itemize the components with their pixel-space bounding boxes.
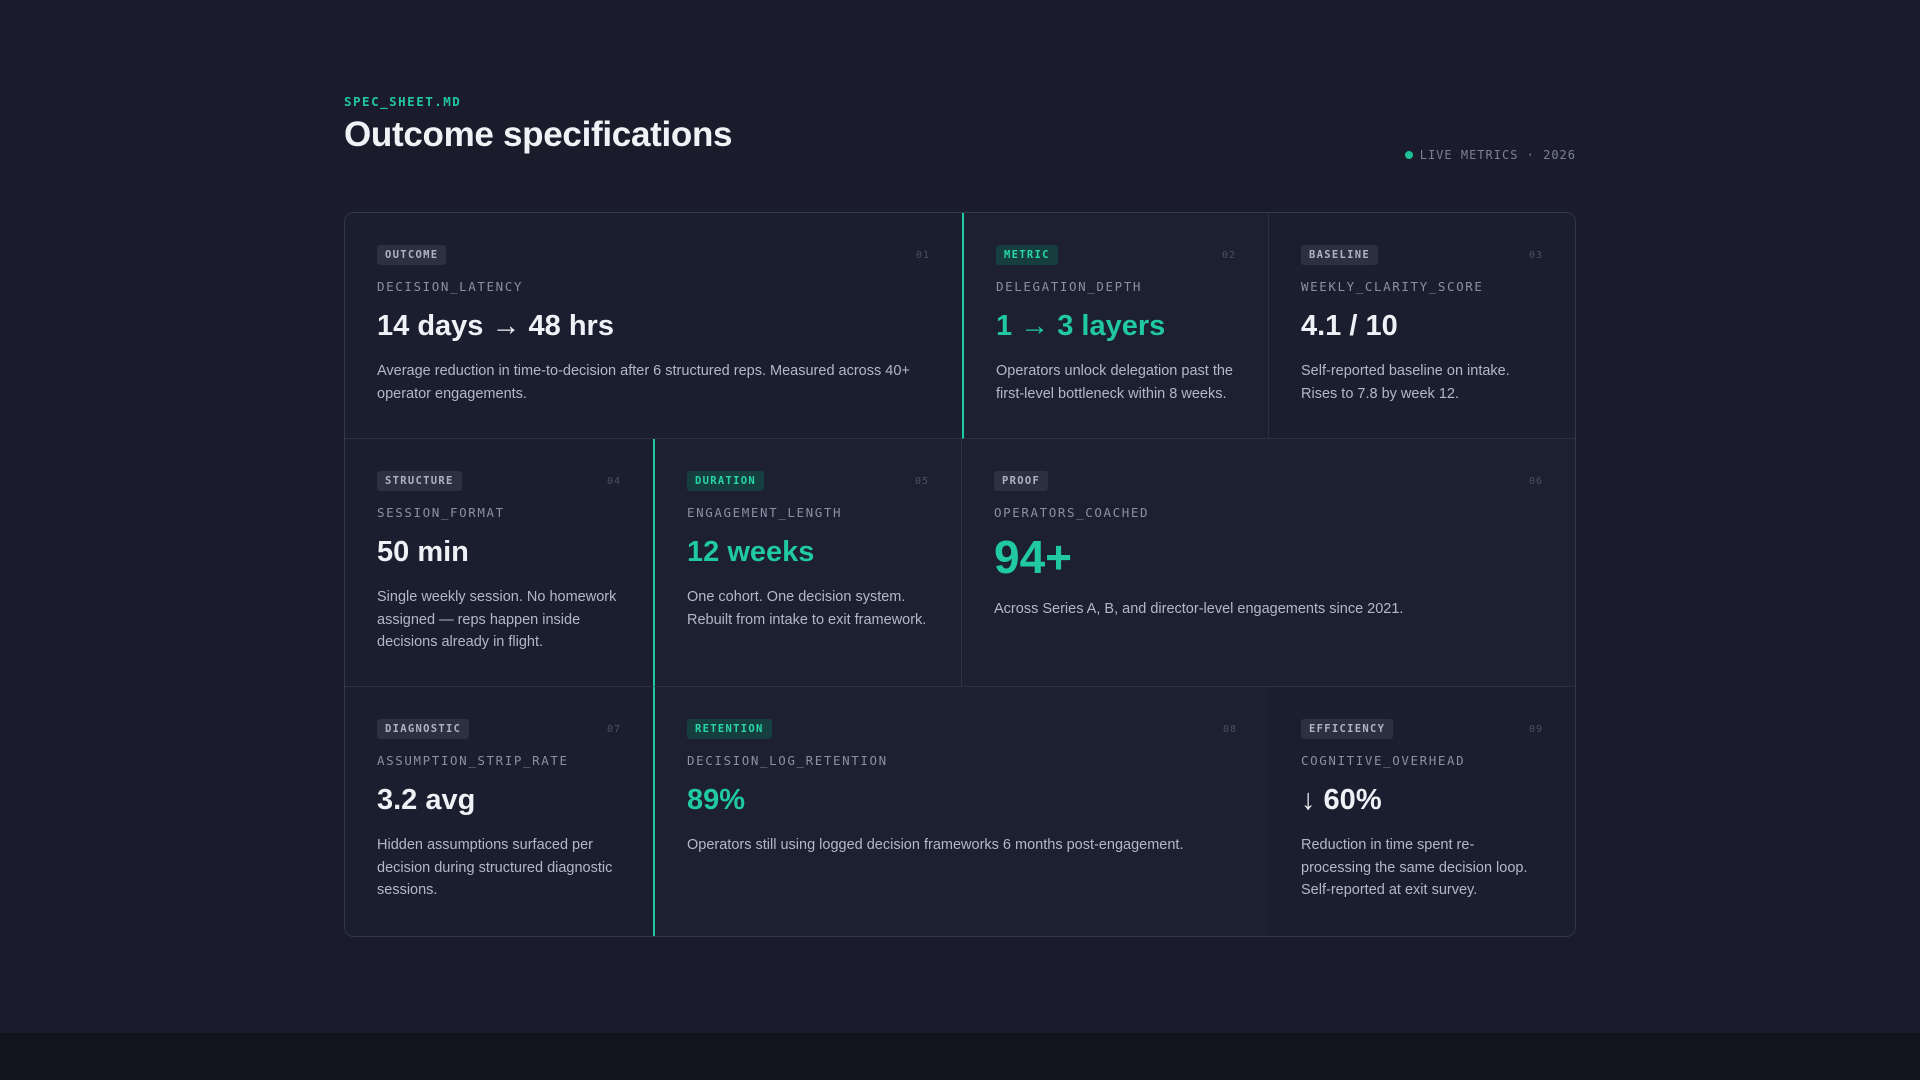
card-value: 94+: [994, 531, 1073, 583]
spec-card-session-format: STRUCTURE 04 SESSION_FORMAT 50 min Singl…: [345, 439, 654, 687]
card-description: One cohort. One decision system. Rebuilt…: [687, 589, 927, 628]
card-key: DECISION_LOG_RETENTION: [687, 753, 888, 768]
card-number: 04: [606, 475, 621, 487]
live-metrics-indicator: LIVE METRICS · 2026: [1404, 148, 1576, 162]
spec-card-operators-coached: PROOF 06 OPERATORS_COACHED 94+ Across Se…: [962, 439, 1575, 687]
card-key: SESSION_FORMAT: [377, 505, 505, 520]
card-badge: DURATION: [687, 471, 764, 491]
card-key: COGNITIVE_OVERHEAD: [1301, 753, 1466, 768]
card-number: 07: [606, 723, 621, 735]
card-description: Single weekly session. No homework assig…: [377, 589, 617, 650]
card-badge: BASELINE: [1301, 245, 1378, 265]
card-badge: DIAGNOSTIC: [377, 719, 470, 739]
card-value: 1 → 3 layers: [996, 310, 1166, 342]
card-key: WEEKLY_CLARITY_SCORE: [1301, 279, 1484, 294]
footer-band: [0, 1033, 1920, 1080]
card-badge: OUTCOME: [377, 245, 447, 265]
spec-card-engagement-length: DURATION 05 ENGAGEMENT_LENGTH 12 weeks O…: [653, 439, 962, 687]
card-key: OPERATORS_COACHED: [994, 505, 1150, 520]
card-description: Across Series A, B, and director-level e…: [994, 601, 1404, 617]
card-badge: EFFICIENCY: [1301, 719, 1394, 739]
file-label: SPEC_SHEET.MD: [344, 94, 462, 109]
spec-card-delegation-depth: METRIC 02 DELEGATION_DEPTH 1 → 3 layers …: [962, 213, 1269, 439]
card-value: ↓ 60%: [1301, 784, 1382, 816]
card-key: DECISION_LATENCY: [377, 279, 524, 294]
card-value: 12 weeks: [687, 536, 815, 568]
card-description: Average reduction in time-to-decision af…: [377, 363, 910, 402]
card-number: 03: [1528, 249, 1543, 261]
card-key: DELEGATION_DEPTH: [996, 279, 1143, 294]
card-description: Hidden assumptions surfaced per decision…: [377, 837, 613, 898]
card-badge: PROOF: [994, 471, 1049, 491]
page-header: SPEC_SHEET.MD Outcome specifications LIV…: [344, 94, 1576, 162]
card-number: 08: [1222, 723, 1237, 735]
card-description: Reduction in time spent re-processing th…: [1301, 837, 1528, 898]
card-number: 02: [1221, 249, 1236, 261]
spec-card-cognitive-overhead: EFFICIENCY 09 COGNITIVE_OVERHEAD ↓ 60% R…: [1269, 687, 1575, 936]
card-description: Operators still using logged decision fr…: [687, 837, 1184, 853]
card-description: Self-reported baseline on intake. Rises …: [1301, 363, 1510, 402]
card-key: ASSUMPTION_STRIP_RATE: [377, 753, 569, 768]
card-description: Operators unlock delegation past the fir…: [996, 363, 1233, 402]
spec-card-decision-latency: OUTCOME 01 DECISION_LATENCY 14 days → 48…: [345, 213, 963, 439]
card-number: 05: [914, 475, 929, 487]
card-number: 09: [1528, 723, 1543, 735]
spec-card-weekly-clarity-score: BASELINE 03 WEEKLY_CLARITY_SCORE 4.1 / 1…: [1269, 213, 1575, 439]
card-key: ENGAGEMENT_LENGTH: [687, 505, 843, 520]
card-value: 14 days → 48 hrs: [377, 310, 614, 342]
card-value: 3.2 avg: [377, 784, 476, 816]
card-badge: RETENTION: [687, 719, 772, 739]
card-value: 50 min: [377, 536, 469, 568]
spec-grid: OUTCOME 01 DECISION_LATENCY 14 days → 48…: [344, 212, 1576, 937]
spec-card-decision-log-retention: RETENTION 08 DECISION_LOG_RETENTION 89% …: [653, 687, 1269, 936]
spec-card-assumption-strip-rate: DIAGNOSTIC 07 ASSUMPTION_STRIP_RATE 3.2 …: [345, 687, 654, 936]
live-status-dot-icon: [1404, 151, 1413, 159]
card-number: 01: [915, 249, 930, 261]
card-value: 89%: [687, 784, 746, 816]
page-title: Outcome specifications: [344, 115, 733, 154]
card-value: 4.1 / 10: [1301, 310, 1398, 342]
card-badge: STRUCTURE: [377, 471, 462, 491]
live-metrics-label: LIVE METRICS · 2026: [1419, 148, 1576, 162]
card-badge: METRIC: [996, 245, 1058, 265]
card-number: 06: [1528, 475, 1543, 487]
